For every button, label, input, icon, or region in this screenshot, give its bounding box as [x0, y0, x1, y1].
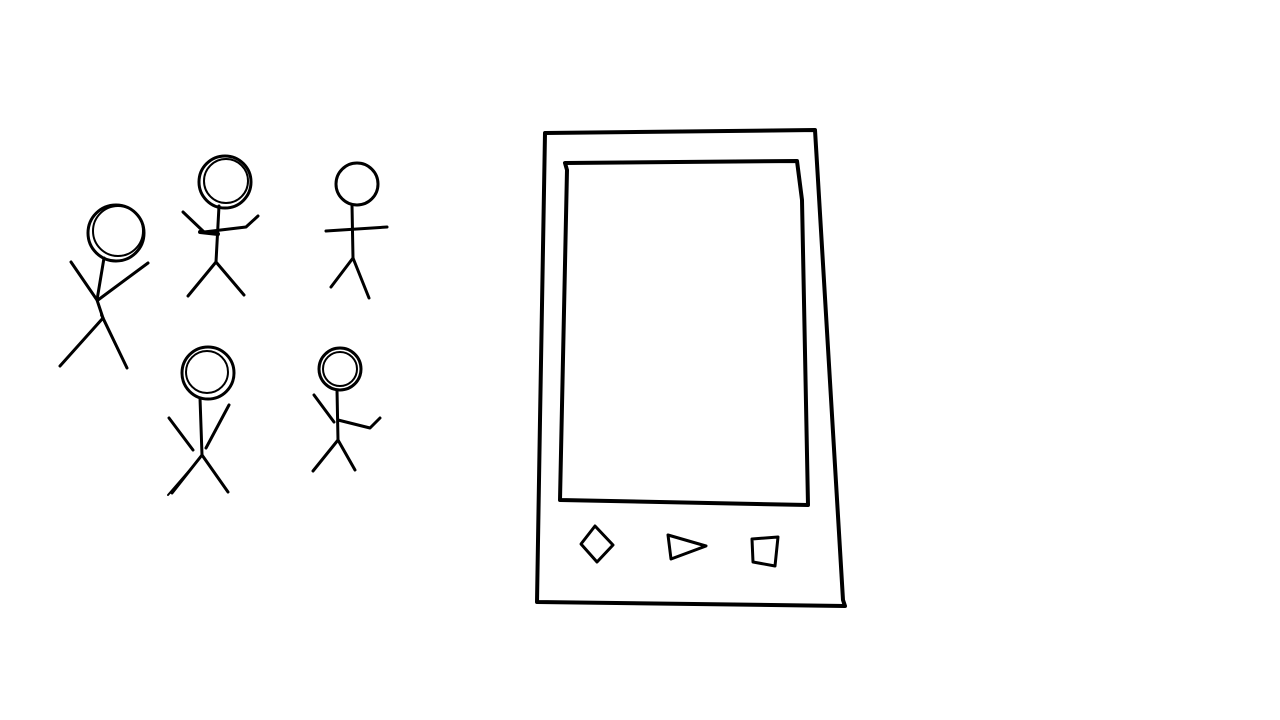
- square-icon: [750, 535, 780, 568]
- stick-figure-4: [167, 345, 236, 496]
- stick-figure-1: [58, 203, 150, 370]
- phone-sketch: [535, 128, 847, 608]
- sketch-canvas: [58, 128, 847, 608]
- stick-figure-5: [311, 346, 382, 473]
- play-icon: [666, 533, 708, 561]
- diamond-icon: [579, 524, 615, 564]
- phone-screen: [558, 159, 810, 507]
- stick-figure-2: [181, 154, 260, 298]
- people-group: [58, 154, 389, 496]
- stick-figure-3: [324, 161, 389, 300]
- phone-body: [535, 128, 847, 608]
